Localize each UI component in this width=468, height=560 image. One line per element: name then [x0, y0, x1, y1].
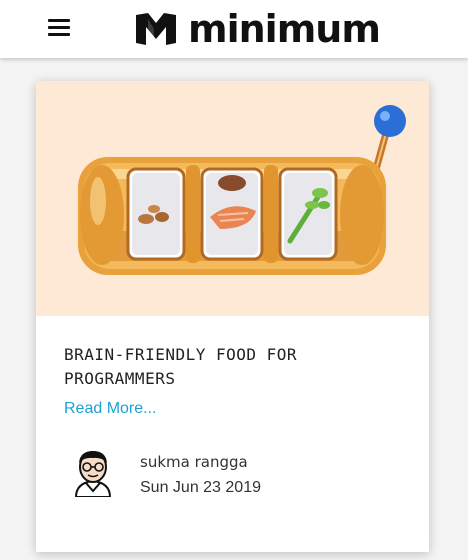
reel-1	[126, 167, 186, 261]
post-date: Sun Jun 23 2019	[140, 479, 261, 496]
reel-2	[200, 167, 264, 261]
author-avatar-icon[interactable]	[72, 447, 114, 497]
slot-right-cap	[340, 165, 384, 265]
hamburger-menu-button[interactable]	[42, 14, 76, 42]
reel-3	[278, 167, 338, 261]
brand-name: minimum	[188, 7, 381, 51]
menu-line	[48, 33, 70, 36]
slot-left-cap-shine	[90, 177, 106, 225]
slot-machine-food-illustration	[78, 105, 406, 275]
brand-logo-icon	[136, 13, 176, 45]
lever-ball-shine	[380, 111, 390, 121]
author-name: sukma rangga	[140, 453, 248, 471]
reel-divider	[186, 165, 200, 263]
lever-ball	[374, 105, 406, 137]
post-card: BRAIN-FRIENDLY FOOD FOR PROGRAMMERS Read…	[36, 81, 429, 552]
post-hero-image[interactable]	[36, 81, 429, 316]
top-app-bar: minimum	[0, 0, 468, 58]
read-more-link[interactable]: Read More...	[64, 400, 156, 418]
menu-line	[48, 26, 70, 29]
post-title[interactable]: BRAIN-FRIENDLY FOOD FOR PROGRAMMERS	[64, 343, 404, 391]
brand-logo[interactable]: minimum	[134, 6, 381, 52]
reel-divider	[264, 165, 278, 263]
menu-line	[48, 19, 70, 22]
